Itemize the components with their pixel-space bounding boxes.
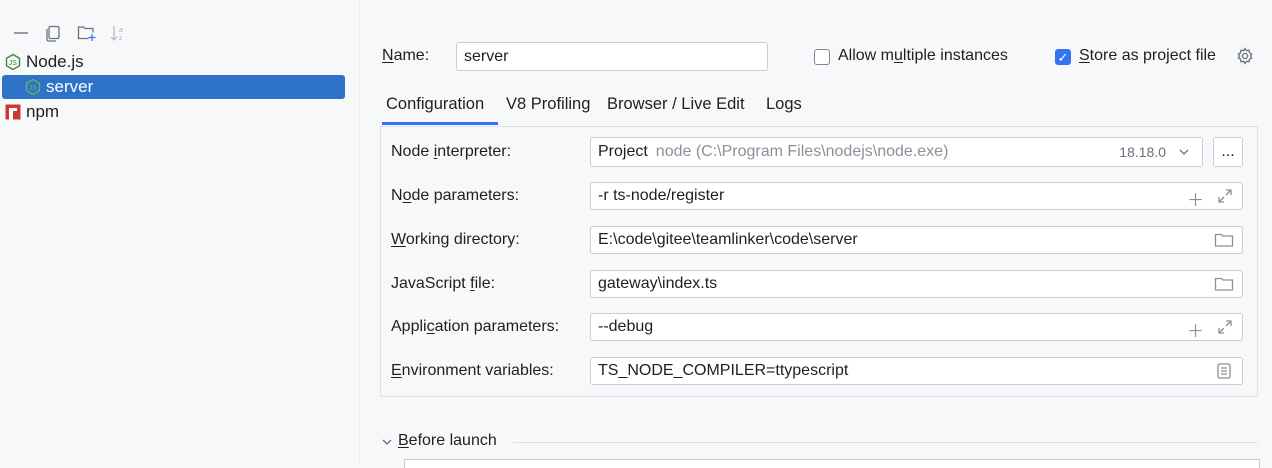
tab-logs[interactable]: Logs	[766, 95, 802, 114]
svg-text:JS: JS	[9, 60, 18, 67]
name-input-value: server	[464, 47, 509, 65]
tab-configuration[interactable]: Configuration	[386, 95, 484, 114]
tree-item-server[interactable]: JS server	[2, 75, 345, 99]
document-icon[interactable]	[1216, 362, 1232, 384]
tree-item-npm[interactable]: npm	[0, 100, 359, 124]
tree-item-label: server	[46, 77, 94, 96]
tree-item-nodejs[interactable]: JS Node.js	[0, 50, 359, 74]
javascript-file-label: JavaScript file:	[391, 275, 496, 292]
nodejs-icon: JS	[5, 53, 21, 71]
interpreter-prefix: Project	[598, 143, 648, 160]
application-parameters-input[interactable]: --debug ＋	[590, 313, 1243, 341]
gear-icon[interactable]	[1236, 47, 1254, 70]
expand-icon[interactable]	[1216, 318, 1234, 340]
chevron-down-icon	[1178, 145, 1190, 163]
add-icon[interactable]: ＋	[1187, 186, 1204, 209]
folder-icon[interactable]	[1214, 276, 1234, 297]
tree-item-label: npm	[26, 102, 60, 121]
interpreter-path: node (C:\Program Files\nodejs\node.exe)	[655, 143, 949, 160]
active-tab-indicator	[382, 122, 498, 125]
tab-browser-live-edit[interactable]: Browser / Live Edit	[607, 95, 745, 114]
environment-variables-label: Environment variables:	[391, 362, 554, 379]
working-directory-label: Working directory:	[391, 231, 520, 248]
allow-multiple-checkbox[interactable]	[814, 49, 830, 65]
allow-multiple-label[interactable]: Allow multiple instances	[838, 47, 1008, 65]
node-parameters-label: Node parameters:	[391, 187, 520, 204]
chevron-down-icon[interactable]	[381, 435, 393, 453]
javascript-file-value: gateway\index.ts	[598, 275, 718, 292]
svg-text:JS: JS	[29, 85, 37, 92]
add-icon[interactable]: ＋	[1187, 317, 1204, 340]
name-input[interactable]: server	[456, 42, 768, 71]
expand-icon[interactable]	[1216, 187, 1234, 209]
minus-icon[interactable]	[12, 24, 30, 42]
application-parameters-label: Application parameters:	[391, 318, 560, 335]
working-directory-input[interactable]: E:\code\gitee\teamlinker\code\server	[590, 226, 1243, 254]
environment-variables-value: TS_NODE_COMPILER=ttypescript	[598, 362, 849, 379]
npm-icon	[5, 104, 21, 120]
interpreter-version: 18.18.0	[1119, 144, 1166, 160]
tree-item-label: Node.js	[26, 52, 84, 71]
sort-icon: az	[109, 24, 127, 42]
before-launch-heading[interactable]: Before launch	[398, 432, 497, 450]
environment-variables-input[interactable]: TS_NODE_COMPILER=ttypescript	[590, 357, 1243, 385]
node-interpreter-select[interactable]: Project node (C:\Program Files\nodejs\no…	[590, 137, 1203, 167]
divider	[513, 442, 1258, 443]
svg-text:z: z	[119, 35, 123, 42]
more-label: ...	[1221, 143, 1235, 160]
application-parameters-value: --debug	[598, 318, 654, 335]
copy-icon[interactable]	[44, 24, 62, 42]
node-parameters-input[interactable]: -r ts-node/register ＋	[590, 182, 1243, 210]
interpreter-browse-button[interactable]: ...	[1213, 137, 1243, 167]
store-project-label[interactable]: Store as project file	[1079, 47, 1216, 65]
node-interpreter-label: Node interpreter:	[391, 143, 512, 160]
node-parameters-value: -r ts-node/register	[598, 187, 725, 204]
working-directory-value: E:\code\gitee\teamlinker\code\server	[598, 231, 858, 248]
run-config-tree-panel: az JS Node.js JS server npm	[0, 0, 360, 464]
svg-text:a: a	[119, 27, 123, 34]
folder-icon[interactable]	[1214, 232, 1234, 253]
name-label: Name:	[382, 47, 430, 64]
tab-v8-profiling[interactable]: V8 Profiling	[506, 95, 590, 114]
add-folder-icon[interactable]	[77, 24, 96, 42]
store-project-checkbox[interactable]: ✓	[1055, 49, 1071, 65]
javascript-file-input[interactable]: gateway\index.ts	[590, 270, 1243, 298]
nodejs-icon: JS	[25, 78, 41, 96]
